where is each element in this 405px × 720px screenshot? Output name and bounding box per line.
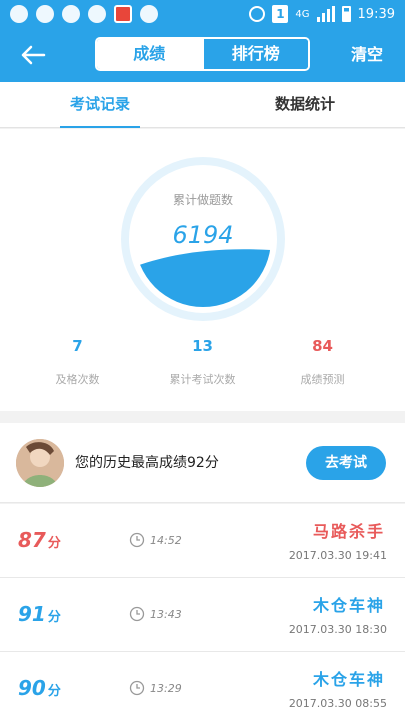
stat-exam-count: 13 累计考试次数: [135, 337, 270, 387]
record-title: 木仓车神: [312, 596, 385, 615]
clock-icon: [129, 680, 145, 696]
list-item[interactable]: 91 分 13:43 木仓车神 2017.03.30 18:30: [0, 578, 405, 652]
status-bar: 1 4G 19:39: [0, 0, 405, 28]
avatar: [16, 439, 64, 487]
record-score: 87 分: [18, 528, 61, 552]
tab-exam-records[interactable]: 考试记录: [60, 82, 140, 128]
q-app-icon: [10, 5, 28, 23]
chat-icon: [62, 5, 80, 23]
settings-notification-icon: [140, 5, 158, 23]
record-title: 马路杀手: [312, 522, 385, 541]
weather-icon: [36, 5, 54, 23]
stat-forecast: 84 成绩预测: [255, 337, 390, 387]
clock-icon: [129, 606, 145, 622]
records-list: 87 分 14:52 马路杀手 2017.03.30 19:41 91 分 13:4…: [0, 504, 405, 720]
record-datetime: 2017.03.30 18:30: [288, 623, 387, 636]
record-duration: 13:43: [150, 608, 182, 621]
battery-icon: [341, 6, 351, 22]
record-datetime: 2017.03.30 08:55: [288, 697, 387, 710]
clear-button[interactable]: 清空: [351, 28, 383, 82]
best-score-text: 您的历史最高成绩92分: [75, 455, 219, 471]
stat-value: 84: [312, 337, 333, 355]
browser-icon: [88, 5, 106, 23]
tab-data-stats[interactable]: 数据统计: [265, 82, 345, 128]
stat-value: 13: [192, 337, 213, 355]
network-type: 4G: [295, 8, 310, 20]
signal-icon: [316, 6, 335, 22]
subtabs: 考试记录 数据统计: [0, 82, 405, 128]
clock-icon: [129, 532, 145, 548]
stats-panel: 累计做题数 6194 7 及格次数 13 累计考试次数 84 成绩预测: [0, 129, 405, 411]
stat-value: 7: [72, 337, 83, 355]
best-score-banner: 您的历史最高成绩92分 去考试: [0, 423, 405, 503]
take-exam-button[interactable]: 去考试: [306, 446, 386, 480]
segmented-control: 成绩 排行榜: [95, 37, 310, 71]
gauge-label: 累计做题数: [172, 193, 233, 207]
stat-label: 成绩预测: [300, 373, 345, 386]
app-header: 成绩 排行榜 清空: [0, 28, 405, 82]
stat-label: 及格次数: [55, 373, 100, 386]
record-score: 91 分: [18, 602, 61, 626]
segment-scores[interactable]: 成绩: [97, 39, 202, 69]
sim-badge: 1: [272, 5, 289, 23]
record-title: 木仓车神: [312, 670, 385, 689]
segment-leaderboard[interactable]: 排行榜: [201, 39, 308, 69]
record-datetime: 2017.03.30 19:41: [288, 549, 387, 562]
back-arrow-icon[interactable]: [18, 40, 48, 70]
record-duration: 14:52: [150, 534, 182, 547]
record-duration: 13:29: [150, 682, 182, 695]
stat-label: 累计考试次数: [169, 373, 236, 386]
list-item[interactable]: 87 分 14:52 马路杀手 2017.03.30 19:41: [0, 504, 405, 578]
app-notification-icon: [114, 5, 132, 23]
list-item[interactable]: 90 分 13:29 木仓车神 2017.03.30 08:55: [0, 652, 405, 720]
gauge-value: 6194: [172, 221, 234, 249]
clock-time: 19:39: [357, 6, 395, 22]
record-score: 90 分: [18, 676, 61, 700]
notification-icons: [10, 5, 158, 23]
alarm-icon: [249, 6, 266, 22]
stat-pass-count: 7 及格次数: [10, 337, 145, 387]
